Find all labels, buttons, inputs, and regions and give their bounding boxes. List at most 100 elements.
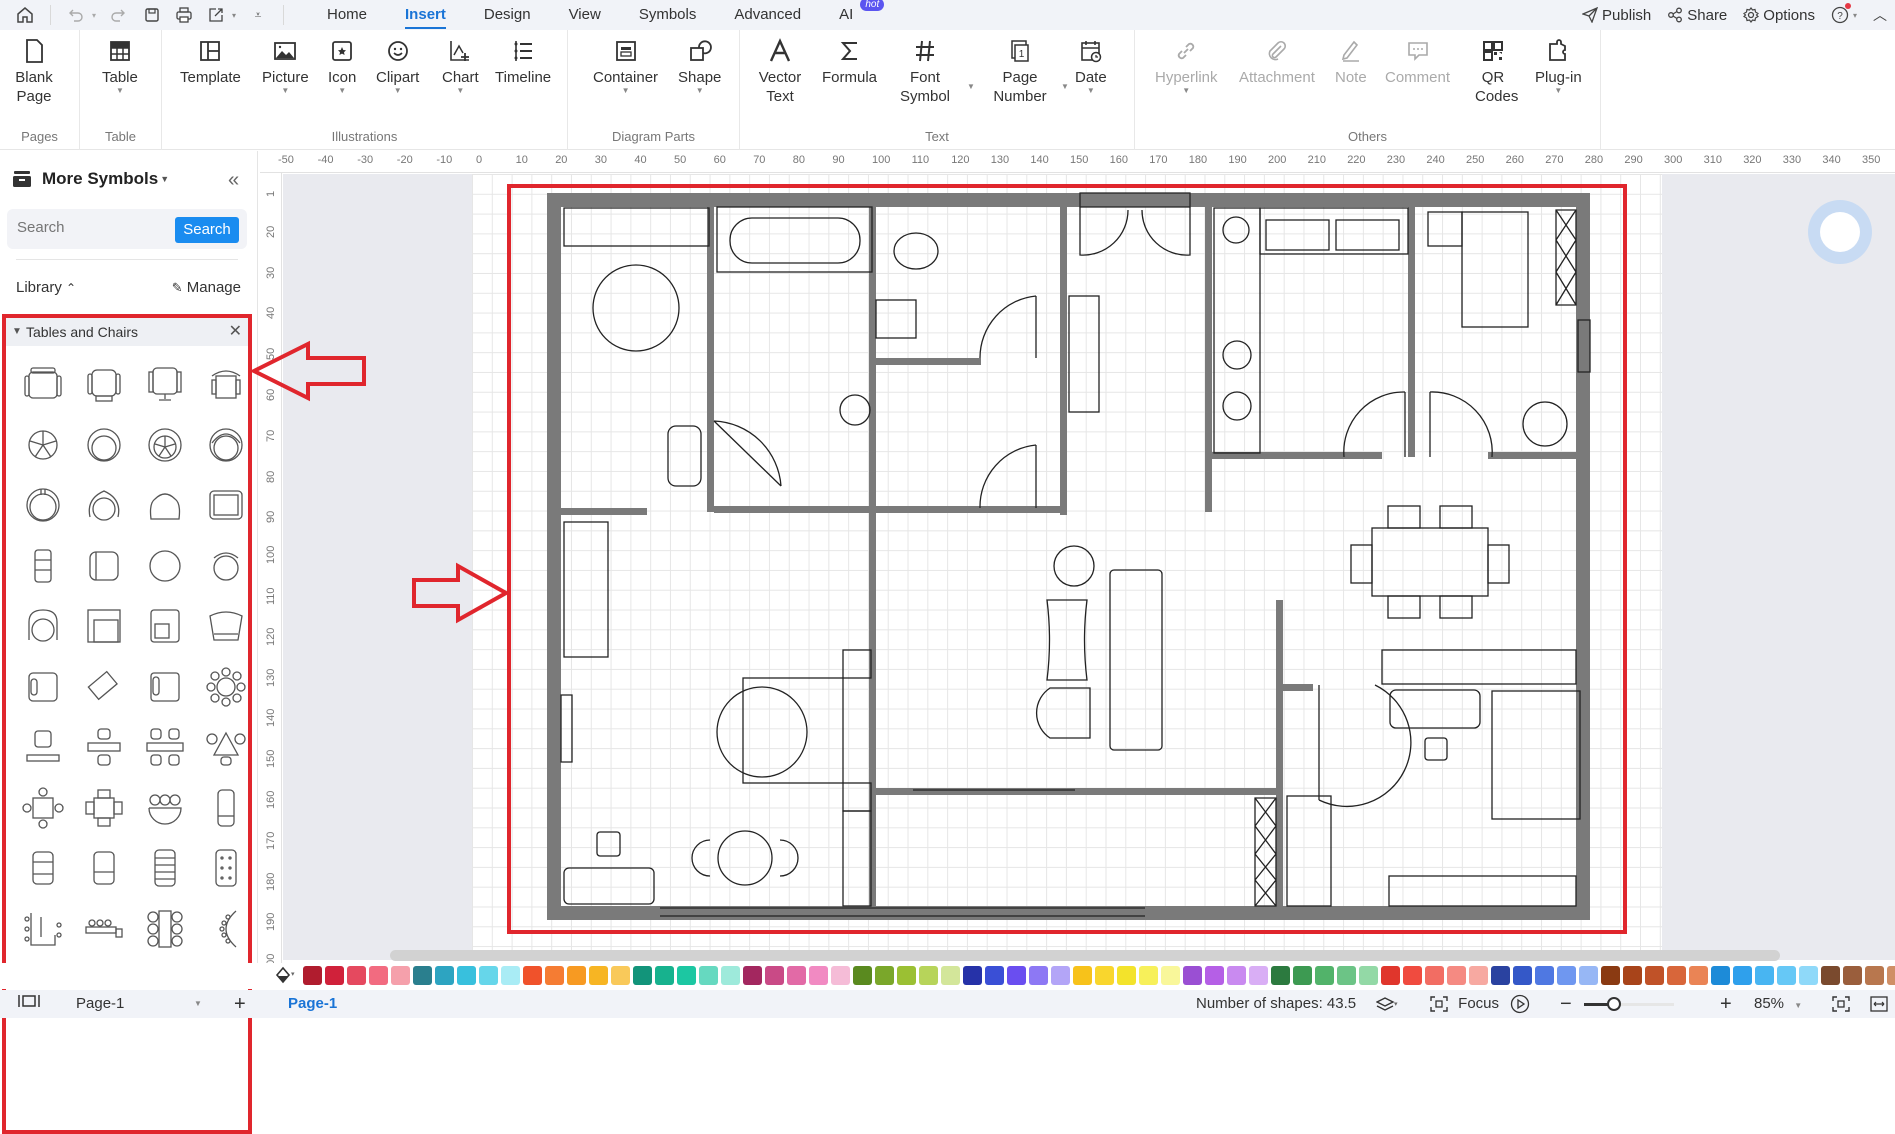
symbol-item[interactable] [195, 778, 256, 839]
save-icon[interactable] [139, 2, 165, 28]
color-swatch[interactable] [831, 966, 850, 985]
symbol-item[interactable] [73, 838, 134, 899]
color-swatch[interactable] [1029, 966, 1048, 985]
symbol-item[interactable] [195, 475, 256, 536]
symbol-item[interactable] [73, 596, 134, 657]
help-dropdown-icon[interactable]: ▾ [1853, 11, 1857, 20]
symbol-search-button[interactable]: Search [175, 217, 239, 243]
symbol-item[interactable] [195, 899, 256, 960]
library-section-header[interactable]: ▼ Tables and Chairs ✕ [6, 318, 248, 346]
symbol-item[interactable] [195, 536, 256, 597]
color-swatch[interactable] [1557, 966, 1576, 985]
play-button[interactable] [1510, 990, 1530, 1018]
symbol-item[interactable] [73, 717, 134, 778]
help-button[interactable]: ? ▾ [1831, 3, 1857, 24]
color-swatch[interactable] [1425, 966, 1444, 985]
page-tab-active[interactable]: Page-1 [288, 990, 337, 1018]
color-swatch[interactable] [1271, 966, 1290, 985]
undo-dropdown-icon[interactable]: ▾ [89, 2, 99, 28]
page-view-toggle-icon[interactable] [18, 990, 40, 1018]
redo-icon[interactable] [105, 2, 131, 28]
menu-insert[interactable]: Insert [386, 0, 465, 30]
color-swatch[interactable] [589, 966, 608, 985]
color-swatch[interactable] [1711, 966, 1730, 985]
options-button[interactable]: Options [1743, 7, 1815, 24]
symbol-item[interactable] [12, 657, 73, 718]
color-swatch[interactable] [897, 966, 916, 985]
layers-button[interactable]: ▾ [1375, 990, 1398, 1018]
color-swatch[interactable] [1513, 966, 1532, 985]
color-swatch[interactable] [1359, 966, 1378, 985]
color-swatch[interactable] [1095, 966, 1114, 985]
color-swatch[interactable] [699, 966, 718, 985]
symbol-item[interactable] [12, 717, 73, 778]
symbol-item[interactable] [12, 778, 73, 839]
color-swatch[interactable] [457, 966, 476, 985]
attachment-button[interactable]: Attachment [1239, 38, 1315, 87]
focus-button[interactable]: Focus [1430, 990, 1499, 1018]
color-swatch[interactable] [1007, 966, 1026, 985]
color-swatch[interactable] [1799, 966, 1818, 985]
color-swatch[interactable] [1139, 966, 1158, 985]
zoom-in-button[interactable]: + [1720, 990, 1732, 1018]
color-swatch[interactable] [655, 966, 674, 985]
symbol-item[interactable] [12, 354, 73, 415]
color-swatch[interactable] [1227, 966, 1246, 985]
print-icon[interactable] [171, 2, 197, 28]
symbol-item[interactable] [12, 475, 73, 536]
color-swatch[interactable] [875, 966, 894, 985]
color-swatch[interactable] [1447, 966, 1466, 985]
container-button[interactable]: Container ▼ [593, 38, 658, 95]
fit-page-icon[interactable] [1832, 990, 1850, 1018]
color-swatch[interactable] [1777, 966, 1796, 985]
color-swatch[interactable] [567, 966, 586, 985]
color-swatch[interactable] [325, 966, 344, 985]
color-swatch[interactable] [369, 966, 388, 985]
symbol-item[interactable] [12, 899, 73, 960]
symbol-item[interactable] [73, 536, 134, 597]
color-swatch[interactable] [985, 966, 1004, 985]
color-swatch[interactable] [1249, 966, 1268, 985]
symbol-item[interactable] [73, 415, 134, 476]
clipart-button[interactable]: Clipart ▼ [376, 38, 419, 95]
close-icon[interactable]: ✕ [229, 318, 242, 346]
zoom-slider[interactable] [1584, 997, 1674, 1011]
color-swatch[interactable] [1469, 966, 1488, 985]
color-swatch[interactable] [1183, 966, 1202, 985]
picture-button[interactable]: Picture ▼ [262, 38, 309, 95]
color-swatch[interactable] [611, 966, 630, 985]
page-selector[interactable]: Page-1 ▼ [76, 990, 206, 1018]
color-swatch[interactable] [721, 966, 740, 985]
vector-text-button[interactable]: Vector Text [758, 38, 802, 106]
symbol-item[interactable] [195, 596, 256, 657]
color-swatch[interactable] [1293, 966, 1312, 985]
menu-home[interactable]: Home [308, 0, 386, 30]
menu-view[interactable]: View [550, 0, 620, 30]
menu-design[interactable]: Design [465, 0, 550, 30]
symbol-item[interactable] [134, 415, 195, 476]
color-swatch[interactable] [435, 966, 454, 985]
symbol-item[interactable] [73, 657, 134, 718]
color-swatch[interactable] [1403, 966, 1422, 985]
zoom-out-button[interactable]: − [1560, 990, 1572, 1018]
color-swatch[interactable] [765, 966, 784, 985]
symbol-item[interactable] [195, 657, 256, 718]
symbol-item[interactable] [73, 778, 134, 839]
comment-button[interactable]: Comment [1385, 38, 1450, 87]
table-button[interactable]: Table ▼ [102, 38, 138, 95]
symbol-item[interactable] [134, 717, 195, 778]
menu-symbols[interactable]: Symbols [620, 0, 716, 30]
export-dropdown-icon[interactable]: ▾ [229, 2, 239, 28]
color-swatch[interactable] [1821, 966, 1840, 985]
horizontal-scrollbar[interactable] [390, 950, 1780, 961]
note-button[interactable]: Note [1335, 38, 1367, 87]
page-number-dropdown-icon[interactable]: ▼ [1061, 82, 1069, 91]
color-swatch[interactable] [1205, 966, 1224, 985]
icon-button[interactable]: Icon ▼ [328, 38, 356, 95]
symbol-item[interactable] [195, 717, 256, 778]
date-button[interactable]: Date ▼ [1075, 38, 1107, 95]
symbol-item[interactable] [12, 838, 73, 899]
color-swatch[interactable] [633, 966, 652, 985]
share-button[interactable]: Share [1667, 7, 1727, 24]
color-swatch[interactable] [787, 966, 806, 985]
